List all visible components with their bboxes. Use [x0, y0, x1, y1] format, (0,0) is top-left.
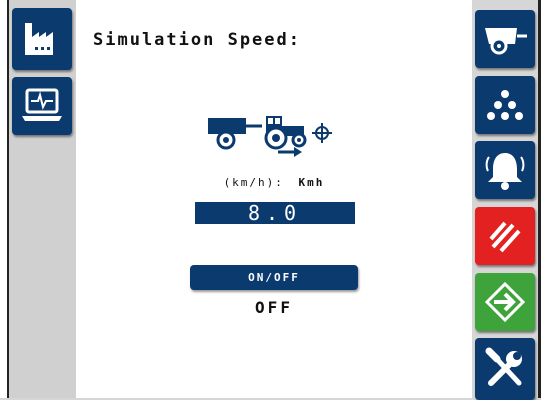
tools-icon [481, 345, 529, 393]
unit-label: (km/h): [223, 176, 284, 189]
stop-button[interactable] [475, 207, 535, 265]
tools-button[interactable] [475, 338, 535, 400]
unit-row: (km/h): Kmh [76, 176, 472, 189]
laptop-monitor-icon [19, 86, 65, 126]
alarm-button[interactable] [475, 141, 535, 199]
diagnostics-button[interactable] [12, 77, 72, 135]
right-sidebar [472, 0, 541, 400]
stop-hatch-icon [483, 215, 527, 257]
left-sidebar [9, 0, 76, 398]
exit-button[interactable] [475, 273, 535, 331]
main-panel: Simulation Speed: (km/h): Kmh 8.0 ON/OFF… [76, 0, 472, 398]
toggle-state: OFF [255, 298, 293, 317]
speed-value-field[interactable]: 8.0 [195, 202, 355, 225]
seed-pattern-icon [483, 86, 527, 124]
factory-icon [21, 19, 63, 59]
factory-button[interactable] [12, 8, 72, 70]
seed-pattern-button[interactable] [475, 76, 535, 134]
page-title: Simulation Speed: [93, 30, 301, 50]
trailer-icon [481, 22, 529, 56]
trailer-button[interactable] [475, 10, 535, 68]
on-off-button[interactable]: ON/OFF [190, 265, 358, 290]
unit-value: Kmh [298, 176, 325, 189]
alarm-bell-icon [483, 149, 527, 191]
tractor-trailer-icon [206, 112, 346, 168]
exit-arrow-icon [483, 280, 527, 324]
